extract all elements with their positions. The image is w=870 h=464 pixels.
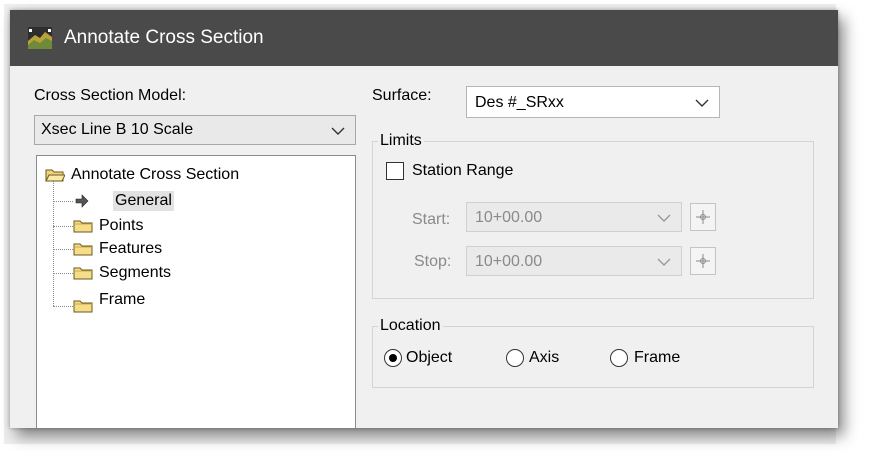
tree-item-label-features: Features bbox=[99, 240, 163, 257]
open-folder-icon bbox=[45, 169, 65, 182]
tree-connector bbox=[53, 226, 73, 227]
start-label: Start: bbox=[412, 211, 451, 228]
crosshair-pick-icon bbox=[696, 210, 710, 224]
location-frame-radio[interactable] bbox=[610, 349, 628, 367]
limits-legend: Limits bbox=[378, 131, 424, 151]
station-range-label: Station Range bbox=[412, 162, 514, 179]
cross-section-model-label: Cross Section Model: bbox=[34, 87, 187, 104]
tree-item-label-points: Points bbox=[99, 217, 144, 234]
chevron-down-icon bbox=[657, 214, 671, 222]
tree-root-label: Annotate Cross Section bbox=[71, 166, 240, 183]
tree-item-label-segments: Segments bbox=[99, 264, 172, 281]
surface-dropdown[interactable]: Des #_SRxx bbox=[466, 86, 720, 118]
surface-value: Des #_SRxx bbox=[475, 94, 564, 111]
tree-item-points[interactable]: Points bbox=[73, 215, 273, 237]
tree-item-label-frame: Frame bbox=[99, 291, 146, 308]
tree-item-general[interactable]: General bbox=[73, 190, 273, 212]
tree-connector bbox=[53, 306, 73, 307]
stop-label: Stop: bbox=[414, 253, 452, 270]
tree-connector bbox=[53, 249, 73, 250]
start-station-value: 10+00.00 bbox=[475, 209, 543, 226]
chevron-down-icon bbox=[331, 127, 345, 135]
tree-item-features[interactable]: Features bbox=[73, 238, 273, 260]
folder-icon bbox=[73, 243, 93, 256]
arrow-right-icon bbox=[75, 194, 89, 208]
tree-item-frame[interactable]: Frame bbox=[73, 291, 273, 317]
title-bar[interactable]: Annotate Cross Section bbox=[10, 10, 838, 66]
surface-label: Surface: bbox=[372, 87, 432, 104]
tree-connector bbox=[53, 201, 73, 202]
stop-station-value: 10+00.00 bbox=[475, 253, 543, 270]
stop-pick-button[interactable] bbox=[690, 247, 716, 275]
start-station-dropdown[interactable]: 10+00.00 bbox=[466, 202, 682, 232]
chevron-down-icon bbox=[695, 99, 709, 107]
location-axis-radio[interactable] bbox=[506, 349, 524, 367]
stop-station-dropdown[interactable]: 10+00.00 bbox=[466, 246, 682, 276]
radio-selected-dot bbox=[389, 354, 397, 362]
annotate-cross-section-icon bbox=[28, 27, 52, 49]
tree-connector bbox=[53, 273, 73, 274]
window-title: Annotate Cross Section bbox=[64, 27, 264, 48]
annotate-cross-section-dialog: Annotate Cross Section Cross Section Mod… bbox=[10, 10, 838, 428]
chevron-down-icon bbox=[657, 258, 671, 266]
annotation-tree[interactable]: Annotate Cross Section General Points Fe… bbox=[36, 155, 356, 428]
folder-icon bbox=[73, 267, 93, 280]
folder-icon bbox=[73, 300, 93, 313]
location-frame-label: Frame bbox=[634, 349, 681, 366]
cross-section-model-dropdown[interactable]: Xsec Line B 10 Scale bbox=[34, 115, 356, 145]
crosshair-pick-icon bbox=[696, 254, 710, 268]
cross-section-model-value: Xsec Line B 10 Scale bbox=[41, 121, 194, 138]
tree-connector bbox=[53, 176, 54, 306]
start-pick-button[interactable] bbox=[690, 203, 716, 231]
tree-root-annotate-cross-section[interactable]: Annotate Cross Section bbox=[45, 164, 345, 186]
tree-item-label-general: General bbox=[113, 191, 174, 211]
location-axis-label: Axis bbox=[529, 349, 560, 366]
location-object-label: Object bbox=[406, 349, 453, 366]
folder-icon bbox=[73, 220, 93, 233]
tree-item-segments[interactable]: Segments bbox=[73, 262, 273, 284]
station-range-checkbox[interactable] bbox=[386, 162, 404, 180]
location-legend: Location bbox=[378, 316, 443, 336]
location-object-radio[interactable] bbox=[384, 349, 402, 367]
